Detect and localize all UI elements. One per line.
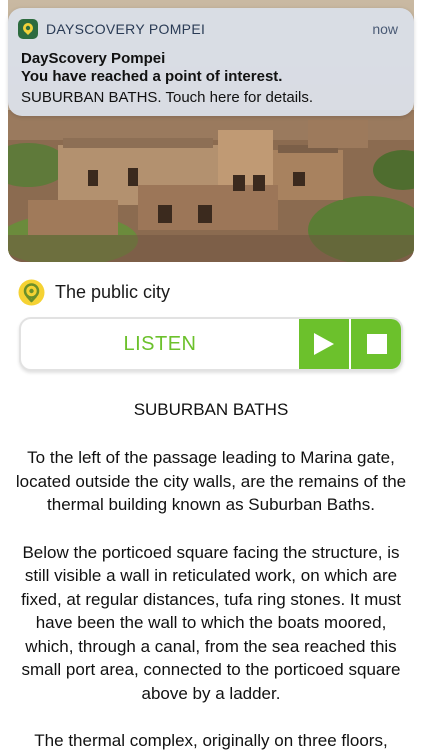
stop-button[interactable] [351, 319, 401, 369]
article-paragraph: To the left of the passage leading to Ma… [15, 448, 407, 514]
notification-time: now [372, 21, 398, 37]
audio-player: LISTEN [19, 317, 403, 371]
listen-button[interactable]: LISTEN [21, 319, 299, 369]
article-title: SUBURBAN BATHS [133, 400, 289, 419]
location-pin-icon [18, 279, 45, 305]
notification-subtitle: You have reached a point of interest. [21, 68, 283, 85]
article-content: SUBURBAN BATHS To the left of the passag… [10, 398, 412, 750]
category-row: The public city [18, 278, 170, 306]
notification-title: DayScovery Pompei [21, 50, 166, 67]
notification-banner[interactable]: DAYSCOVERY POMPEI now DayScovery Pompei … [8, 8, 414, 116]
play-button[interactable] [299, 319, 349, 369]
app-icon [18, 19, 38, 39]
stop-icon [367, 334, 387, 354]
notification-app-name: DAYSCOVERY POMPEI [46, 21, 206, 37]
article-paragraph: The thermal complex, originally on three… [34, 731, 388, 750]
article-paragraph: Below the porticoed square facing the st… [21, 542, 401, 703]
play-icon [314, 333, 334, 355]
category-label: The public city [55, 281, 171, 302]
notification-body: SUBURBAN BATHS. Touch here for details. [21, 89, 314, 106]
